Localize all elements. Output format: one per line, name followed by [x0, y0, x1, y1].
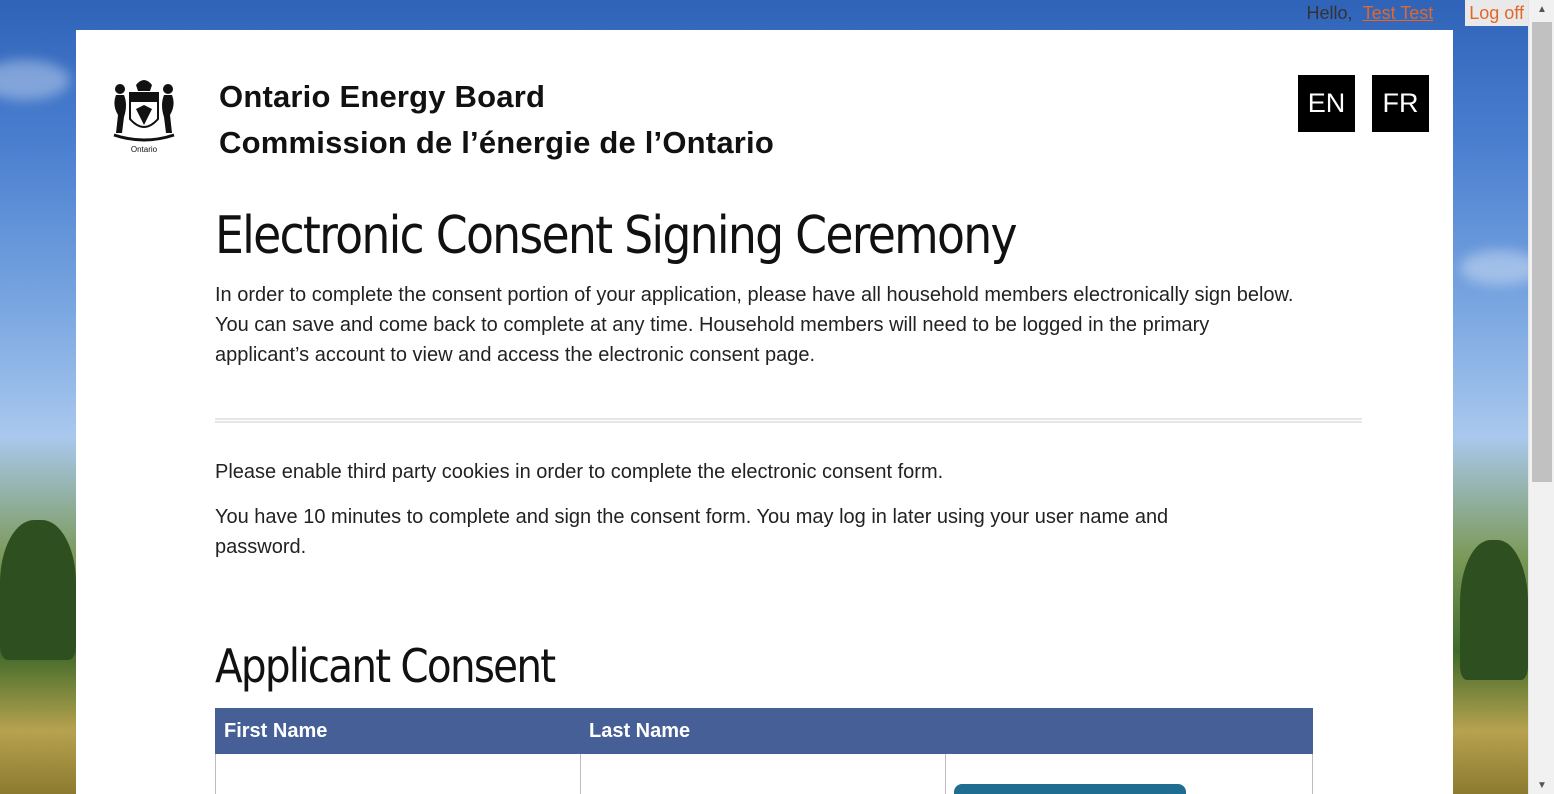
column-header-last-name: Last Name	[580, 708, 946, 754]
background-cloud	[0, 60, 70, 100]
coat-of-arms-icon	[113, 80, 175, 142]
logo-caption: Ontario	[130, 145, 158, 154]
organization-name: Ontario Energy Board Commission de l’éne…	[219, 74, 774, 166]
language-french-button[interactable]: FR	[1372, 75, 1429, 132]
table-row	[215, 753, 1313, 794]
org-name-french: Commission de l’énergie de l’Ontario	[219, 125, 774, 160]
sign-consent-button[interactable]	[954, 784, 1186, 794]
user-name-link[interactable]: Test Test	[1363, 3, 1434, 24]
scroll-down-arrow-icon[interactable]: ▼	[1529, 776, 1554, 794]
greeting-text: Hello,	[1306, 2, 1353, 23]
timer-notice: You have 10 minutes to complete and sign…	[215, 506, 1169, 558]
log-off-button[interactable]: Log off	[1465, 0, 1528, 26]
section-divider	[215, 418, 1362, 423]
section-title: Applicant Consent	[215, 639, 556, 693]
intro-paragraph: In order to complete the consent portion…	[215, 284, 1294, 366]
org-name-english: Ontario Energy Board	[219, 79, 546, 114]
background-tree	[0, 520, 76, 660]
action-cell	[945, 753, 1313, 794]
ontario-coat-of-arms-logo: Ontario	[106, 75, 182, 155]
user-bar: Hello, Test Test Log off	[1307, 0, 1528, 26]
last-name-cell	[580, 753, 946, 794]
scrollbar-thumb[interactable]	[1532, 22, 1552, 482]
first-name-cell	[215, 753, 581, 794]
page-title: Electronic Consent Signing Ceremony	[215, 206, 1018, 266]
main-card: Ontario Ontario Energy Board Commission …	[76, 30, 1453, 794]
language-english-button[interactable]: EN	[1298, 75, 1355, 132]
vertical-scrollbar[interactable]: ▲ ▼	[1528, 0, 1554, 794]
column-header-action	[945, 708, 1313, 754]
table-header-row: First Name Last Name	[215, 708, 1313, 754]
consent-table: First Name Last Name	[215, 708, 1313, 794]
main-content: Electronic Consent Signing Ceremony In o…	[215, 200, 1365, 696]
column-header-first-name: First Name	[215, 708, 581, 754]
cookies-notice: Please enable third party cookies in ord…	[215, 461, 944, 483]
background-tree	[1460, 540, 1528, 680]
scroll-up-arrow-icon[interactable]: ▲	[1529, 0, 1554, 18]
